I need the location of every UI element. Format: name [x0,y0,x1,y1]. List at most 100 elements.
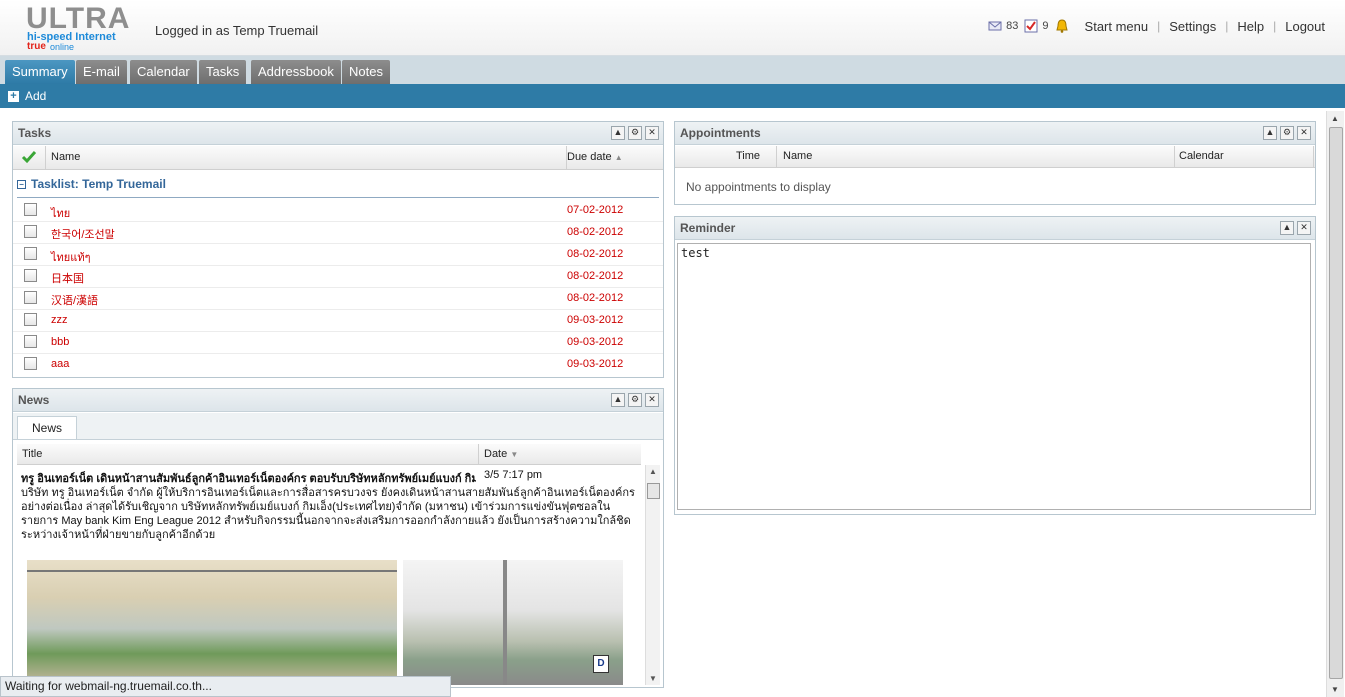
task-name[interactable]: zzz [51,314,68,326]
task-checkbox[interactable] [24,313,37,326]
complete-column-header[interactable] [13,146,46,169]
news-panel-title: News [18,393,50,407]
name-column-header[interactable]: Name [46,146,567,169]
task-checkbox[interactable] [24,291,37,304]
appointments-panel-title: Appointments [680,126,761,140]
scroll-thumb[interactable] [647,483,660,499]
task-row[interactable]: ไทย 07-02-2012 [13,199,663,222]
task-name[interactable]: ไทยแท้ๆ [51,248,90,266]
news-item-title[interactable]: ทรู อินเทอร์เน็ต เดินหน้าสานสัมพันธ์ลูกค… [21,469,476,487]
page-scroll-thumb[interactable] [1329,127,1343,679]
add-label: Add [25,89,47,103]
title-column-header[interactable]: Title [17,444,479,464]
ultra-logo[interactable]: ULTRA hi-speed Internet true online [26,2,136,52]
no-appointments-text: No appointments to display [686,180,831,194]
close-icon[interactable]: ✕ [1297,221,1311,235]
task-row[interactable]: 한국어/조선말 08-02-2012 [13,221,663,244]
separator: | [1157,19,1161,33]
task-row[interactable]: bbb 09-03-2012 [13,331,663,354]
news-subtabs: News [13,413,663,440]
task-checkbox[interactable] [24,225,37,238]
calendar-column-header[interactable]: Calendar [1174,146,1314,167]
summary-toolbar: + Add [0,84,1345,108]
sort-desc-icon: ▼ [510,450,519,459]
tab-notes[interactable]: Notes [342,60,390,84]
task-checkbox[interactable] [24,203,37,216]
due-date-column-header[interactable]: Due date ▲ [562,146,662,169]
gear-icon[interactable]: ⚙ [628,393,642,407]
reminder-panel-header: Reminder ▲ ✕ [675,217,1315,240]
task-row[interactable]: zzz 09-03-2012 [13,309,663,332]
task-name[interactable]: ไทย [51,204,70,222]
separator: | [1273,19,1277,33]
name-column-header[interactable]: Name [778,146,1175,167]
sort-asc-icon: ▲ [614,153,623,162]
task-name[interactable]: aaa [51,358,69,370]
tab-news[interactable]: News [17,416,78,439]
gear-icon[interactable]: ⚙ [628,126,642,140]
tasklist-group-label: Tasklist: Temp Truemail [31,177,166,191]
task-checkbox[interactable] [24,357,37,370]
plus-icon: + [8,90,19,102]
close-icon[interactable]: ✕ [645,393,659,407]
collapse-group-icon[interactable]: − [17,179,26,189]
collapse-icon[interactable]: ▲ [611,393,625,407]
close-icon[interactable]: ✕ [1297,126,1311,140]
checkmark-icon [21,151,37,164]
browser-status-bar: Waiting for webmail-ng.truemail.co.th... [0,676,451,697]
page-scrollbar[interactable]: ▲ ▼ [1326,111,1344,697]
group-divider [17,197,659,198]
task-icon[interactable] [1024,19,1038,33]
bell-icon[interactable] [1055,19,1069,33]
news-panel: News ▲ ⚙ ✕ News Title Date ▼ ทรู อินเทอร… [12,388,664,688]
scroll-down-icon[interactable]: ▼ [649,674,657,683]
photo-sign: D [593,655,609,673]
task-row[interactable]: 日本国 08-02-2012 [13,265,663,288]
task-name[interactable]: 日本国 [51,270,84,286]
task-row[interactable]: ไทยแท้ๆ 08-02-2012 [13,243,663,266]
scroll-up-icon[interactable]: ▲ [1331,114,1339,123]
scroll-up-icon[interactable]: ▲ [649,467,657,476]
mail-count: 83 [1006,20,1019,32]
collapse-icon[interactable]: ▲ [611,126,625,140]
news-photo-field: D [403,560,623,685]
task-due-date: 07-02-2012 [567,204,624,216]
time-column-header[interactable]: Time [675,146,777,167]
tab-calendar[interactable]: Calendar [130,60,197,84]
logout-link[interactable]: Logout [1285,19,1325,34]
task-checkbox[interactable] [24,335,37,348]
task-checkbox[interactable] [24,247,37,260]
settings-link[interactable]: Settings [1169,19,1216,34]
gear-icon[interactable]: ⚙ [1280,126,1294,140]
task-name[interactable]: 汉语/漢語 [51,292,98,308]
news-item-date: 3/5 7:17 pm [484,469,543,481]
close-icon[interactable]: ✕ [645,126,659,140]
start-menu-link[interactable]: Start menu [1085,19,1149,34]
mail-icon[interactable] [988,19,1002,33]
collapse-icon[interactable]: ▲ [1263,126,1277,140]
task-name[interactable]: bbb [51,336,69,348]
logo-online: online [50,42,75,52]
task-row[interactable]: 汉语/漢語 08-02-2012 [13,287,663,310]
tab-tasks[interactable]: Tasks [199,60,247,84]
help-link[interactable]: Help [1237,19,1264,34]
reminder-textarea[interactable]: test [677,243,1311,510]
date-label: Date [484,448,508,460]
tab-summary[interactable]: Summary [5,60,75,84]
news-scrollbar[interactable]: ▲ ▼ [645,465,660,685]
task-due-date: 08-02-2012 [567,292,624,304]
collapse-icon[interactable]: ▲ [1280,221,1294,235]
add-button[interactable]: + Add [8,89,46,103]
task-name[interactable]: 한국어/조선말 [51,226,115,242]
task-row[interactable]: aaa 09-03-2012 [13,353,663,375]
tab-addressbook[interactable]: Addressbook [251,60,341,84]
tab-email[interactable]: E-mail [76,60,127,84]
task-count: 9 [1042,20,1049,32]
news-photo-stadium [27,560,397,685]
main-tabbar: Summary E-mail Calendar Tasks Addressboo… [0,56,1345,84]
task-checkbox[interactable] [24,269,37,282]
tasks-panel: Tasks ▲ ⚙ ✕ Name Due date ▲ − Tasklist: … [12,121,664,378]
date-column-header[interactable]: Date ▼ [479,444,644,464]
scroll-down-icon[interactable]: ▼ [1331,685,1339,694]
tasklist-group-header[interactable]: − Tasklist: Temp Truemail [17,177,166,191]
